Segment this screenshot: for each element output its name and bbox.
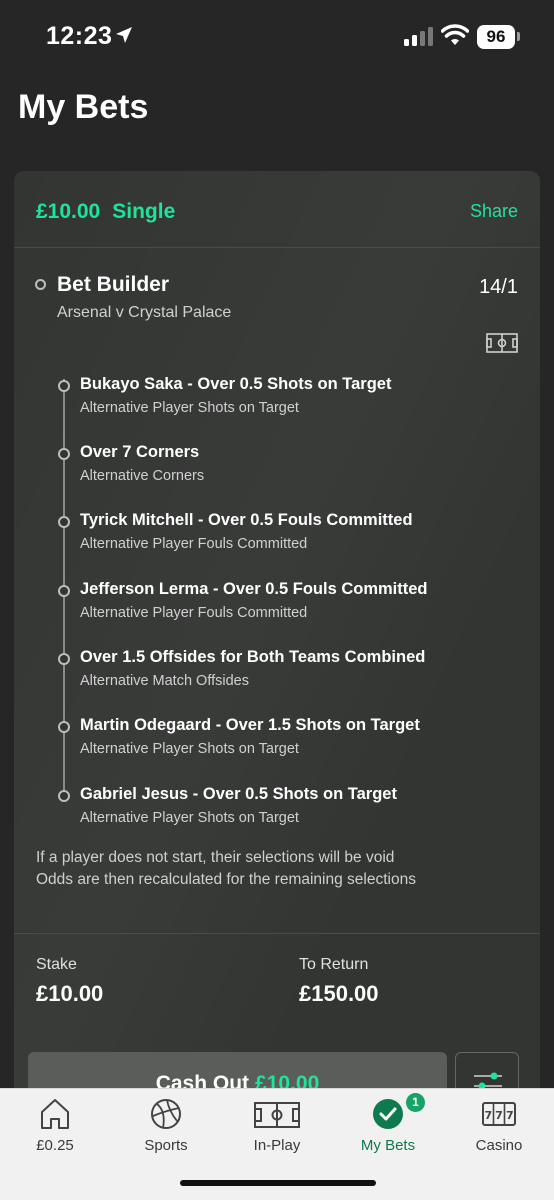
nav-item-casino[interactable]: 7 7 7 Casino — [444, 1089, 554, 1159]
divider — [14, 933, 540, 934]
battery-indicator: 96 — [477, 25, 515, 49]
leg-status-dot — [58, 721, 70, 733]
void-rules-note: If a player does not start, their select… — [36, 847, 416, 891]
leg-market: Alternative Player Fouls Committed — [80, 605, 308, 621]
share-button[interactable]: Share — [470, 201, 518, 222]
svg-text:7: 7 — [506, 1109, 514, 1122]
bet-type: Single — [112, 200, 176, 223]
leg-market: Alternative Player Shots on Target — [80, 741, 299, 757]
bet-card-header: £10.00 Single Share — [14, 171, 540, 248]
leg-status-dot — [58, 790, 70, 802]
void-note-line: Odds are then recalculated for the remai… — [36, 871, 416, 888]
nav-item-in-play[interactable]: In-Play — [222, 1089, 332, 1159]
bet-stake-amount: £10.00 — [36, 200, 101, 223]
leg-status-dot — [58, 516, 70, 528]
nav-label: £0.25 — [36, 1137, 74, 1154]
match-name: Arsenal v Crystal Palace — [57, 304, 232, 321]
svg-text:7: 7 — [484, 1109, 492, 1122]
bet-card: £10.00 Single Share Bet Builder 14/1 Arse… — [14, 171, 540, 1131]
nav-label: Sports — [144, 1137, 188, 1154]
stake-label: Stake — [36, 956, 77, 973]
void-note-line: If a player does not start, their select… — [36, 849, 395, 866]
home-indicator — [180, 1180, 376, 1186]
my-bets-badge: 1 — [406, 1093, 425, 1112]
leg-title: Gabriel Jesus - Over 0.5 Shots on Target — [80, 785, 397, 803]
leg-status-dot — [58, 653, 70, 665]
nav-item-balance[interactable]: £0.25 — [0, 1089, 110, 1159]
leg-title: Martin Odegaard - Over 1.5 Shots on Targ… — [80, 716, 420, 734]
bet-builder-status-dot — [35, 279, 46, 290]
bet-builder-title: Bet Builder — [57, 273, 170, 296]
page-title: My Bets — [18, 88, 149, 126]
wifi-icon — [440, 24, 470, 51]
home-icon — [0, 1097, 110, 1131]
nav-label: Casino — [475, 1137, 523, 1154]
check-circle-icon — [333, 1097, 443, 1131]
leg-market: Alternative Player Fouls Committed — [80, 536, 308, 552]
stake-value: £10.00 — [36, 981, 104, 1006]
leg-market: Alternative Corners — [80, 468, 205, 484]
return-value: £150.00 — [299, 981, 379, 1006]
football-icon — [111, 1097, 221, 1131]
bet-odds: 14/1 — [479, 276, 518, 298]
leg-status-dot — [58, 448, 70, 460]
pitch-icon — [222, 1097, 332, 1131]
cellular-signal-icon — [404, 27, 434, 52]
leg-market: Alternative Match Offsides — [80, 673, 249, 689]
leg-title: Tyrick Mitchell - Over 0.5 Fouls Committ… — [80, 511, 413, 529]
nav-label: In-Play — [253, 1137, 301, 1154]
leg-title: Over 1.5 Offsides for Both Teams Combine… — [80, 648, 426, 666]
svg-text:7: 7 — [495, 1109, 503, 1122]
nav-item-my-bets[interactable]: My Bets — [333, 1089, 443, 1159]
leg-title: Over 7 Corners — [80, 443, 200, 461]
pitch-icon[interactable] — [486, 333, 518, 358]
status-time: 12:23 — [46, 22, 113, 50]
leg-status-dot — [58, 380, 70, 392]
leg-title: Bukayo Saka - Over 0.5 Shots on Target — [80, 375, 392, 393]
slot-machine-icon: 7 7 7 — [444, 1097, 554, 1131]
leg-title: Jefferson Lerma - Over 0.5 Fouls Committ… — [80, 580, 428, 598]
location-arrow-icon — [114, 25, 134, 50]
bet-summary: £10.00 Single — [36, 200, 175, 224]
status-bar: 12:23 96 — [0, 0, 554, 70]
leg-status-dot — [58, 585, 70, 597]
leg-market: Alternative Player Shots on Target — [80, 810, 299, 826]
leg-market: Alternative Player Shots on Target — [80, 400, 299, 416]
battery-tip — [517, 32, 520, 41]
return-label: To Return — [299, 956, 369, 973]
nav-item-sports[interactable]: Sports — [111, 1089, 221, 1159]
nav-label: My Bets — [360, 1137, 416, 1154]
